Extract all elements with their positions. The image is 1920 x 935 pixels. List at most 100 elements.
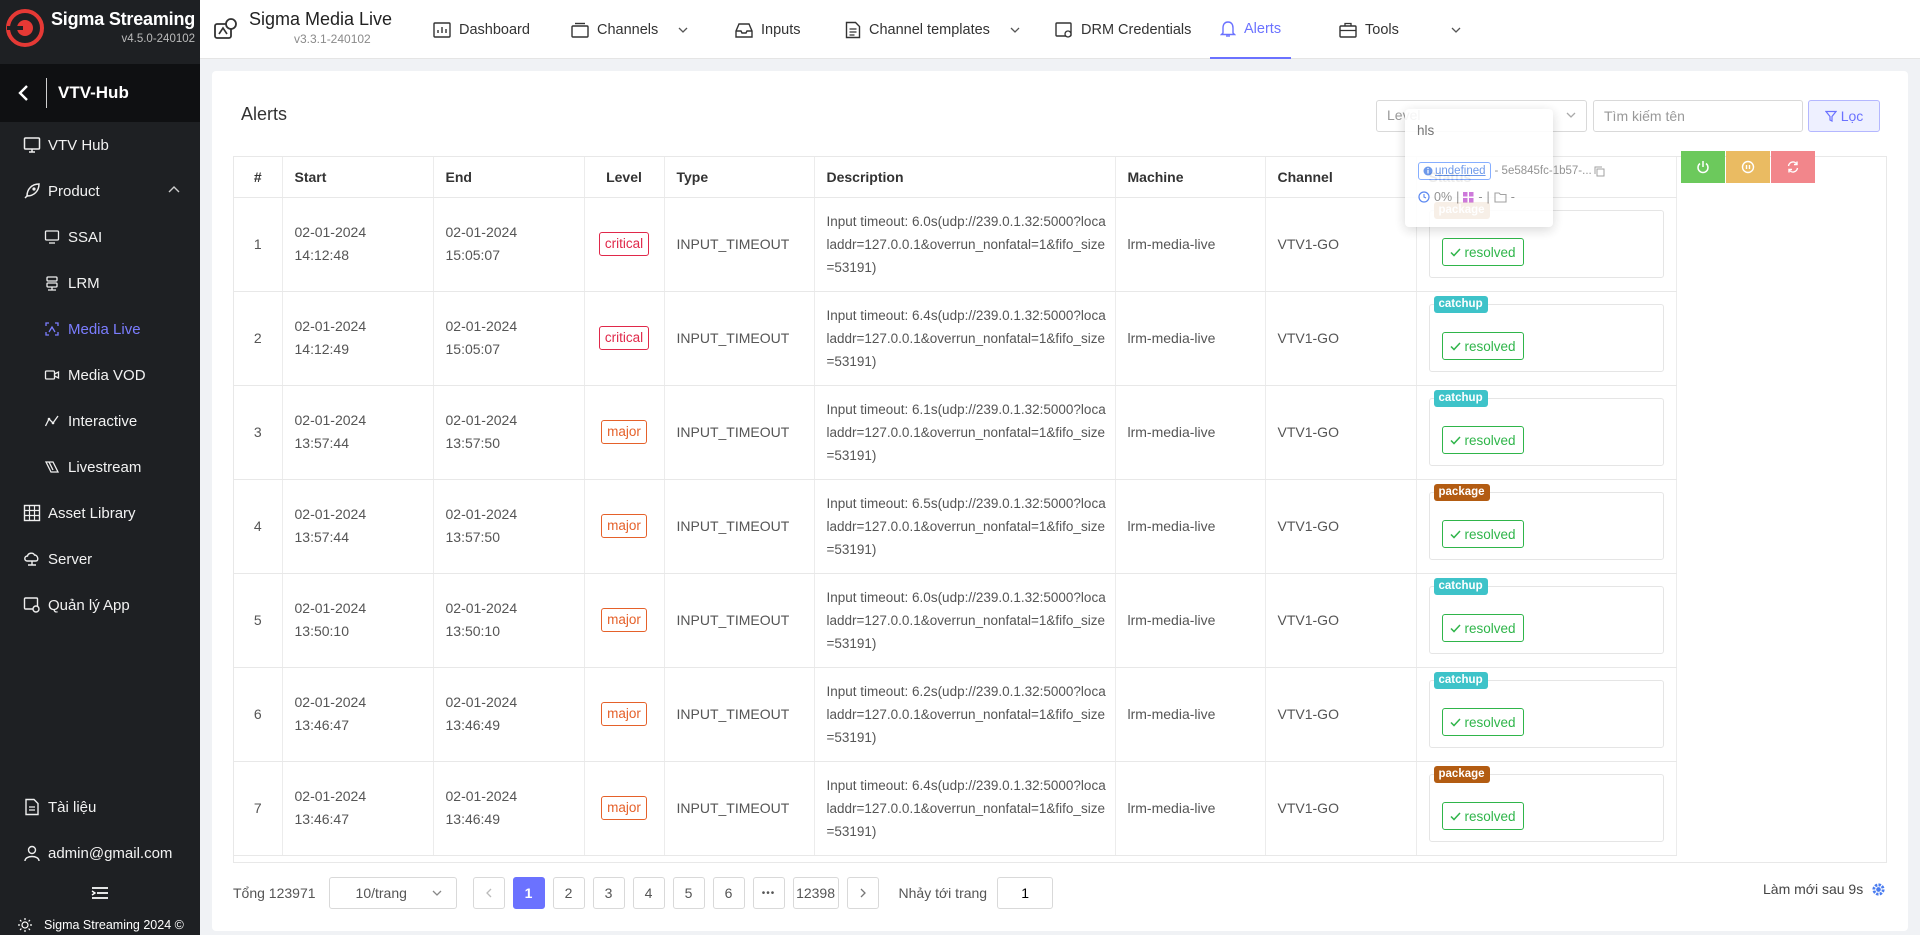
tab-channel-templates[interactable]: Channel templates — [845, 0, 1020, 59]
user-icon — [23, 844, 41, 862]
page-button[interactable]: 3 — [592, 877, 625, 909]
page-button[interactable]: 6 — [712, 877, 745, 909]
sidebar-item-media-live[interactable]: Media Live — [0, 306, 200, 352]
collapse-menu-button[interactable] — [0, 872, 200, 914]
pause-button[interactable] — [1726, 151, 1770, 183]
table-row[interactable]: 2 02-01-2024 14:12:49 02-01-2024 15:05:07 cri… — [234, 291, 1677, 386]
check-icon — [1449, 717, 1461, 727]
row-type: INPUT_TIMEOUT — [664, 667, 815, 762]
sidebar-item-app-management[interactable]: Quản lý App — [0, 582, 200, 628]
tab-inputs[interactable]: Inputs — [735, 0, 801, 59]
status-text: resolved — [1464, 244, 1516, 260]
tab-drm-credentials[interactable]: DRM Credentials — [1055, 0, 1191, 59]
header-level: Level — [584, 157, 665, 198]
sidebar-item-asset-library[interactable]: Asset Library — [0, 490, 200, 536]
brand[interactable]: Sigma Streaming v4.5.0-240102 — [0, 0, 200, 58]
sidebar-item-server[interactable]: Server — [0, 536, 200, 582]
page-button[interactable]: 4 — [632, 877, 665, 909]
tab-dashboard[interactable]: Dashboard — [433, 0, 530, 59]
table-row[interactable]: 5 02-01-2024 13:50:10 02-01-2024 13:50:10 maj… — [234, 573, 1677, 668]
jump-page-input[interactable] — [997, 877, 1054, 909]
output-tag[interactable]: catchup — [1433, 672, 1488, 689]
row-channel: VTV1-GO — [1265, 479, 1417, 574]
sidebar-item-product[interactable]: Product — [0, 168, 200, 214]
row-start: 02-01-2024 13:57:44 — [282, 479, 434, 574]
status-box[interactable]: package resolved — [1428, 484, 1664, 560]
sidebar-item-vtv-hub[interactable]: VTV Hub — [0, 122, 200, 168]
sidebar-item-ssai[interactable]: SSAI — [0, 214, 200, 260]
popover-id: - 5e5845fc-1b57-... — [1494, 165, 1592, 177]
output-tag[interactable]: catchup — [1433, 390, 1488, 407]
pause-circle-icon — [1741, 160, 1755, 174]
gear-icon[interactable] — [1871, 882, 1886, 897]
chevron-down-icon — [432, 890, 441, 896]
row-type: INPUT_TIMEOUT — [664, 479, 815, 574]
output-tag[interactable]: package — [1433, 484, 1490, 501]
level-badge: critical — [598, 326, 650, 350]
status-box[interactable]: package resolved — [1428, 766, 1664, 842]
copy-icon[interactable] — [1594, 166, 1605, 177]
restart-button[interactable] — [1771, 151, 1815, 183]
pagination: Tổng 123971 10/trang 1 2 3 4 5 6 ••• 123… — [233, 877, 1054, 909]
row-level: major — [584, 761, 665, 856]
end-date: 02-01-2024 — [445, 318, 518, 334]
status-box[interactable]: catchup resolved — [1428, 578, 1664, 654]
back-arrow-icon[interactable] — [0, 84, 46, 102]
sidebar-item-user[interactable]: admin@gmail.com — [0, 830, 200, 876]
table-row[interactable]: 6 02-01-2024 13:46:47 02-01-2024 13:46:49 maj… — [234, 667, 1677, 762]
end-date: 02-01-2024 — [445, 224, 518, 240]
next-page-button[interactable] — [846, 877, 879, 909]
output-tag[interactable]: package — [1433, 766, 1490, 783]
table-row[interactable]: 3 02-01-2024 13:57:44 02-01-2024 13:57:50 maj… — [234, 385, 1677, 480]
sidebar-item-livestream[interactable]: Livestream — [0, 444, 200, 490]
status-box[interactable]: catchup resolved — [1428, 390, 1664, 466]
filter-button[interactable]: Lọc — [1808, 100, 1880, 132]
row-start: 02-01-2024 13:50:10 — [282, 573, 434, 668]
page-size-select[interactable]: 10/trang — [328, 877, 457, 909]
alerts-table-container[interactable]: # Start End Level Type Description Machi… — [233, 156, 1887, 863]
sidebar-item-interactive[interactable]: Interactive — [0, 398, 200, 444]
page-button[interactable]: 2 — [552, 877, 585, 909]
ellipsis-button[interactable]: ••• — [752, 877, 785, 909]
row-machine: lrm-media-live — [1115, 197, 1266, 292]
sidebar-item-docs[interactable]: Tài liệu — [0, 784, 200, 830]
tv-icon — [43, 228, 61, 246]
level-badge: major — [601, 702, 647, 726]
row-description: Input timeout: 6.4s(udp://239.0.1.32:500… — [814, 761, 1116, 856]
brand-name: Sigma Streaming — [51, 9, 196, 29]
description-text: Input timeout: 6.4s(udp://239.0.1.32:500… — [826, 777, 1106, 839]
rocket-icon — [23, 182, 41, 200]
undefined-pill[interactable]: undefined — [1418, 162, 1491, 180]
sidebar-item-media-vod[interactable]: Media VOD — [0, 352, 200, 398]
row-type: INPUT_TIMEOUT — [664, 761, 815, 856]
row-status: catchup resolved — [1416, 385, 1677, 480]
description-text: Input timeout: 6.4s(udp://239.0.1.32:500… — [826, 307, 1106, 369]
tools-chevron-down-icon[interactable] — [1451, 27, 1461, 33]
table-row[interactable]: 4 02-01-2024 13:57:44 02-01-2024 13:57:50 maj… — [234, 479, 1677, 574]
page-button[interactable]: 5 — [672, 877, 705, 909]
sidebar-item-lrm[interactable]: LRM — [0, 260, 200, 306]
tab-channels[interactable]: Channels — [571, 0, 688, 59]
tab-tools[interactable]: Tools — [1339, 0, 1399, 59]
app-title[interactable]: Sigma Media Live v3.3.1-240102 — [213, 8, 392, 46]
output-tag[interactable]: catchup — [1433, 578, 1488, 595]
tab-alerts[interactable]: Alerts — [1210, 0, 1292, 59]
page-button[interactable]: 1 — [512, 877, 545, 909]
status-box[interactable]: catchup resolved — [1428, 672, 1664, 748]
output-tag[interactable]: catchup — [1433, 296, 1488, 313]
sigma-logo-icon — [6, 9, 44, 47]
prev-page-button[interactable] — [472, 877, 505, 909]
sidebar-item-label: Interactive — [68, 412, 138, 430]
start-date: 02-01-2024 — [294, 600, 367, 616]
sun-icon[interactable] — [18, 917, 32, 932]
power-button[interactable] — [1681, 151, 1725, 183]
row-machine: lrm-media-live — [1115, 761, 1266, 856]
last-page-button[interactable]: 12398 — [792, 877, 839, 909]
status-box[interactable]: catchup resolved — [1428, 296, 1664, 372]
livestream-icon — [43, 458, 61, 476]
end-time: 13:46:49 — [445, 811, 501, 827]
table-row[interactable]: 7 02-01-2024 13:46:47 02-01-2024 13:46:49 maj… — [234, 761, 1677, 856]
search-input[interactable] — [1593, 100, 1803, 132]
sidebar-item-label: admin@gmail.com — [48, 844, 173, 862]
alerts-card: Alerts Level Lọc # Start End Level Type … — [212, 71, 1908, 931]
